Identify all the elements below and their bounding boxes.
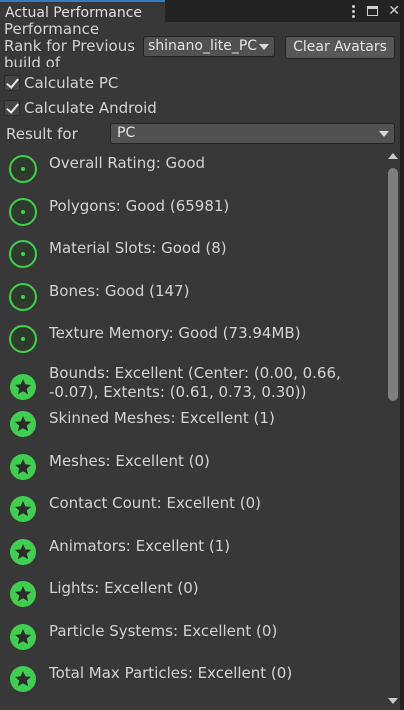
window-controls: ✕ [349, 0, 400, 22]
checkbox-checked-icon[interactable] [4, 75, 20, 91]
list-item-text: Texture Memory: Good (73.94MB) [49, 324, 301, 342]
result-platform-dropdown[interactable]: PC [110, 123, 395, 144]
excellent-star-icon [9, 453, 37, 481]
excellent-star-icon [9, 495, 37, 523]
list-item-text: Overall Rating: Good [49, 154, 206, 172]
chevron-down-icon [259, 44, 269, 50]
good-ring-icon [9, 240, 37, 268]
excellent-star-icon [9, 538, 37, 566]
scrollbar-thumb[interactable] [388, 168, 398, 401]
good-ring-icon [9, 198, 37, 226]
vertical-scrollbar[interactable] [386, 148, 400, 710]
excellent-star-icon [9, 665, 37, 693]
list-item-text: Total Max Particles: Excellent (0) [49, 664, 293, 682]
clear-avatars-button[interactable]: Clear Avatars [285, 36, 395, 59]
window-edge [400, 22, 404, 710]
good-ring-icon [9, 325, 37, 353]
calculate-pc-toggle[interactable]: Calculate PC [4, 73, 118, 93]
actual-performance-window: Actual Performance ✕ Performance Rank fo… [0, 0, 404, 710]
good-ring-icon [9, 283, 37, 311]
scroll-down-arrow-icon[interactable] [388, 698, 398, 704]
list-item-text: Bounds: Excellent (Center: (0.00, 0.66, … [49, 364, 341, 401]
more-options-icon[interactable] [349, 4, 357, 18]
scroll-up-arrow-icon[interactable] [388, 153, 398, 159]
excellent-star-icon [9, 623, 37, 651]
result-for-label: Result for [6, 125, 78, 143]
tab-bar: Actual Performance ✕ [0, 0, 404, 22]
tab-title: Actual Performance [5, 5, 143, 21]
avatar-dropdown[interactable]: shinano_lite_PC [143, 36, 275, 57]
checkbox-checked-icon[interactable] [4, 100, 20, 116]
list-item-text: Polygons: Good (65981) [49, 197, 230, 215]
list-item-text: Skinned Meshes: Excellent (1) [49, 409, 275, 427]
close-icon[interactable]: ✕ [388, 0, 400, 22]
performance-results-list: Overall Rating: Good Polygons: Good (6598… [0, 148, 386, 710]
list-item-text: Particle Systems: Excellent (0) [49, 622, 278, 640]
tab-actual-performance[interactable]: Actual Performance [0, 0, 165, 22]
list-item-text: Lights: Excellent (0) [49, 579, 199, 597]
list-item-text: Material Slots: Good (8) [49, 239, 227, 257]
excellent-star-icon [9, 373, 37, 401]
calculate-pc-label: Calculate PC [24, 74, 119, 92]
list-item-text: Animators: Excellent (1) [49, 537, 231, 555]
list-item-text: Meshes: Excellent (0) [49, 452, 210, 470]
good-ring-icon [9, 155, 37, 183]
calculate-android-toggle[interactable]: Calculate Android [4, 98, 157, 118]
list-item-text: Bones: Good (147) [49, 282, 190, 300]
list-item-text: Contact Count: Excellent (0) [49, 494, 262, 512]
excellent-star-icon [9, 580, 37, 608]
chevron-down-icon [379, 131, 389, 137]
result-platform-value: PC [117, 125, 136, 141]
avatar-dropdown-value: shinano_lite_PC [148, 38, 258, 54]
performance-rank-label: Performance Rank for Previous build of [4, 21, 136, 67]
calculate-android-label: Calculate Android [24, 99, 157, 117]
maximize-icon[interactable] [367, 6, 379, 16]
excellent-star-icon [9, 410, 37, 438]
